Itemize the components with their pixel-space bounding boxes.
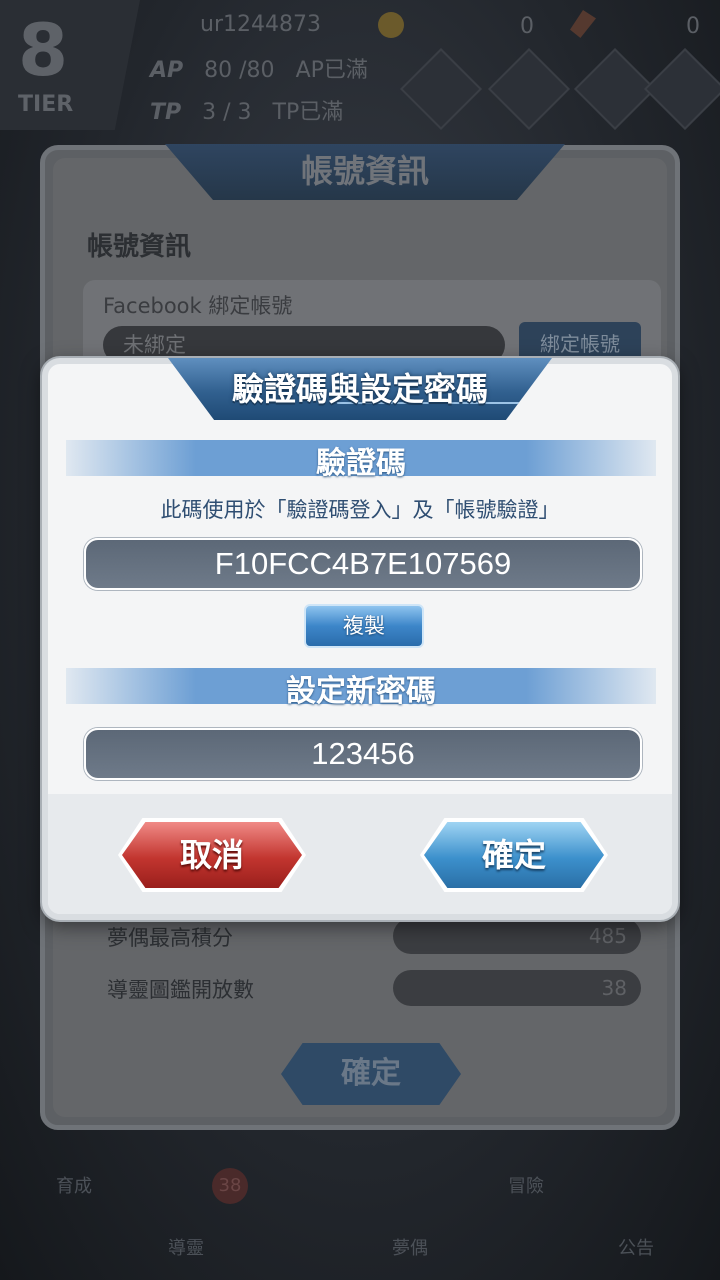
account-title-banner: 帳號資訊 bbox=[165, 144, 565, 200]
ap-key: AP bbox=[150, 58, 184, 83]
ap-value: 80 /80 bbox=[204, 58, 275, 83]
user-id: ur1244873 bbox=[200, 12, 321, 37]
stat-value: 485 bbox=[393, 918, 641, 954]
top-status-bar: 8 TIER ur1244873 0 0 AP 80 /80 AP已滿 TP 3… bbox=[0, 0, 720, 135]
coin-icon bbox=[378, 12, 404, 38]
stat-value: 38 bbox=[393, 970, 641, 1006]
bell-icon[interactable] bbox=[399, 47, 483, 131]
password-section-title: 設定新密碼 bbox=[286, 674, 436, 709]
currency-coin-count: 0 bbox=[520, 14, 534, 39]
compass-icon[interactable] bbox=[487, 47, 571, 131]
nav-item-training[interactable]: 育成 bbox=[56, 1172, 92, 1198]
confirm-button[interactable]: 確定 bbox=[424, 822, 604, 888]
nav-item-doll[interactable]: 夢偶 bbox=[392, 1234, 428, 1260]
nav-item-announcement[interactable]: 公告 bbox=[618, 1234, 654, 1260]
tp-status: TP已滿 bbox=[272, 100, 344, 125]
new-password-field[interactable]: 123456 bbox=[84, 728, 642, 780]
code-section-title: 驗證碼 bbox=[316, 446, 406, 481]
stat-label: 導靈圖鑑開放數 bbox=[107, 978, 254, 1002]
currency-feather-count: 0 bbox=[686, 14, 700, 39]
nav-item-adventure[interactable]: 冒險 bbox=[508, 1172, 544, 1198]
bottom-navigation: 育成 導靈 夢偶 冒險 公告 bbox=[0, 1130, 720, 1280]
facebook-bind-label: Facebook 綁定帳號 bbox=[103, 294, 293, 318]
feather-icon bbox=[570, 10, 596, 38]
stat-row-doll-score: 夢偶最高積分 485 bbox=[107, 918, 647, 958]
notification-badge: 38 bbox=[212, 1168, 248, 1204]
cancel-button[interactable]: 取消 bbox=[122, 822, 302, 888]
code-section-header: 驗證碼 bbox=[66, 440, 656, 481]
stat-label: 夢偶最高積分 bbox=[107, 926, 233, 950]
tp-value: 3 / 3 bbox=[202, 100, 252, 125]
tier-badge: 8 TIER bbox=[0, 0, 140, 130]
ap-status: AP已滿 bbox=[295, 58, 368, 83]
account-dialog-title: 帳號資訊 bbox=[300, 152, 429, 190]
password-section-header: 設定新密碼 bbox=[66, 668, 656, 709]
modal-title: 驗證碼與設定密碼 bbox=[231, 370, 488, 408]
ap-status-row: AP 80 /80 AP已滿 bbox=[150, 52, 410, 86]
verification-code-field[interactable]: F10FCC4B7E107569 bbox=[84, 538, 642, 590]
stat-row-guide-count: 導靈圖鑑開放數 38 bbox=[107, 970, 647, 1010]
copy-button[interactable]: 複製 bbox=[304, 604, 424, 648]
tp-status-row: TP 3 / 3 TP已滿 bbox=[150, 94, 410, 128]
verification-password-modal: 驗證碼 此碼使用於「驗證碼登入」及「帳號驗證」 F10FCC4B7E107569… bbox=[42, 358, 678, 920]
tp-key: TP bbox=[150, 100, 182, 125]
tier-label: TIER bbox=[18, 92, 74, 117]
modal-body: 驗證碼 此碼使用於「驗證碼登入」及「帳號驗證」 F10FCC4B7E107569… bbox=[48, 364, 672, 914]
code-description: 此碼使用於「驗證碼登入」及「帳號驗證」 bbox=[160, 498, 560, 522]
nav-item-guide[interactable]: 導靈 bbox=[168, 1234, 204, 1260]
gear-icon[interactable] bbox=[643, 47, 720, 131]
account-section-title: 帳號資訊 bbox=[87, 232, 192, 262]
tier-number: 8 bbox=[18, 8, 69, 92]
account-confirm-button[interactable]: 確定 bbox=[281, 1043, 461, 1105]
modal-title-banner: 驗證碼與設定密碼 bbox=[168, 358, 552, 420]
